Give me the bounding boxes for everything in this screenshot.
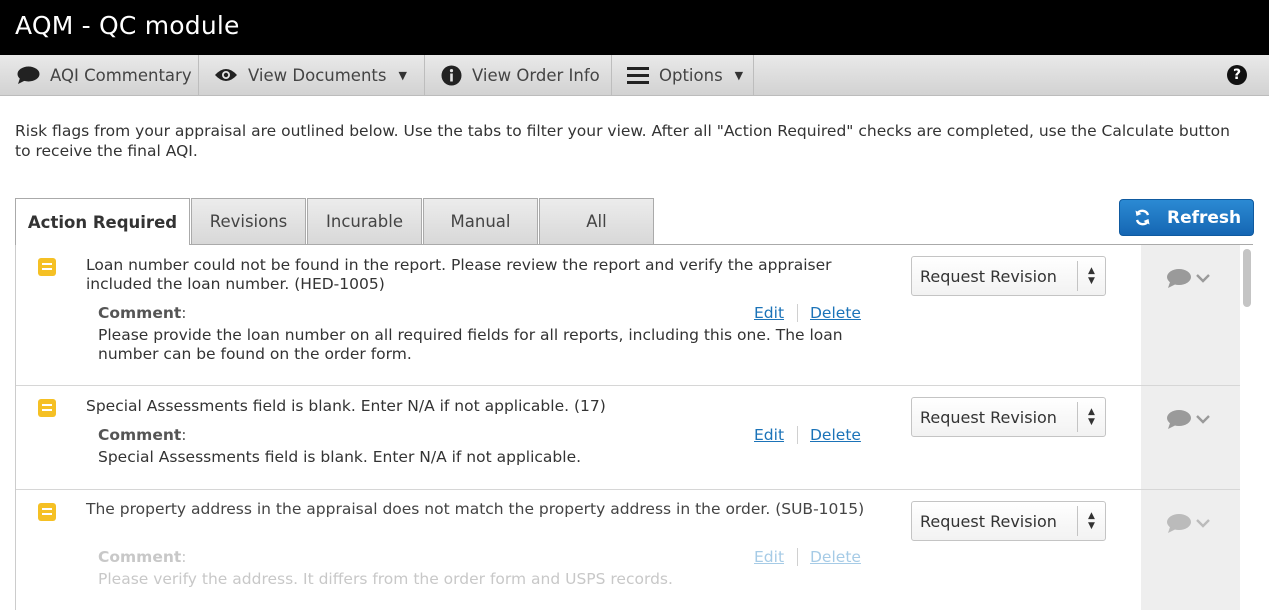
select-arrows-icon: ▲ ▼ [1077,261,1105,291]
action-select[interactable]: Request Revision ▲ ▼ [911,397,1106,437]
action-select-value: Request Revision [920,266,1057,286]
refresh-label: Refresh [1167,207,1242,228]
hamburger-menu-icon [627,66,649,84]
select-arrows-icon: ▲ ▼ [1077,402,1105,432]
comment-toggle[interactable] [1166,513,1210,533]
link-separator [797,426,798,444]
select-arrows-icon: ▲ ▼ [1077,506,1105,536]
risk-flag-message: The property address in the appraisal do… [86,500,865,518]
delete-comment-link[interactable]: Delete [810,304,861,322]
tab-action-required[interactable]: Action Required [15,198,190,245]
note-flag-icon [38,503,56,521]
chevron-down-icon [1196,519,1210,528]
comment-label: Comment: [98,548,187,566]
speech-bubble-icon [1167,410,1191,429]
tab-incurable[interactable]: Incurable [307,198,422,244]
risk-flag-row: Special Assessments field is blank. Ente… [16,386,1240,490]
help-icon[interactable]: ? [1227,65,1247,85]
eye-icon [214,67,238,83]
tab-all[interactable]: All [539,198,654,244]
edit-comment-link[interactable]: Edit [754,548,784,566]
delete-comment-link[interactable]: Delete [810,548,861,566]
edit-comment-link[interactable]: Edit [754,304,784,322]
chevron-down-icon [1196,415,1210,424]
options-label: Options [659,65,723,85]
comment-label: Comment: [98,304,187,322]
comment-text: Please provide the loan number on all re… [98,326,843,363]
risk-flag-row: Loan number could not be found in the re… [16,245,1240,386]
chevron-down-icon: ▼ [734,68,744,82]
risk-flag-list: Loan number could not be found in the re… [15,244,1253,610]
comment-text: Please verify the address. It differs fr… [98,570,673,588]
speech-bubble-icon [1167,514,1191,533]
view-documents-label: View Documents [248,65,387,85]
app-title: AQM - QC module [15,11,240,40]
note-flag-icon [38,258,56,276]
risk-flag-row: The property address in the appraisal do… [16,490,1240,610]
view-documents-button[interactable]: View Documents ▼ [199,55,425,95]
app-title-bar: AQM - QC module [0,0,1269,55]
comment-text: Special Assessments field is blank. Ente… [98,448,582,466]
options-menu-button[interactable]: Options ▼ [612,55,754,95]
aqi-commentary-label: AQI Commentary [50,65,192,85]
chevron-down-icon [1196,274,1210,283]
chevron-down-icon: ▼ [398,68,407,82]
view-order-info-button[interactable]: View Order Info [425,55,612,95]
action-select-value: Request Revision [920,511,1057,531]
refresh-button[interactable]: Refresh [1119,199,1254,236]
comment-toggle[interactable] [1166,268,1210,288]
action-select[interactable]: Request Revision ▲ ▼ [911,501,1106,541]
action-select-value: Request Revision [920,407,1057,427]
comment-toggle[interactable] [1166,409,1210,429]
aqi-commentary-button[interactable]: AQI Commentary [0,55,199,95]
speech-bubble-icon [1167,269,1191,288]
action-select[interactable]: Request Revision ▲ ▼ [911,256,1106,296]
edit-comment-link[interactable]: Edit [754,426,784,444]
toolbar: AQI Commentary View Documents ▼ View Ord… [0,55,1269,96]
intro-text: Risk flags from your appraisal are outli… [15,122,1230,160]
speech-bubble-icon [17,66,40,84]
scrollbar-thumb[interactable] [1243,249,1251,307]
delete-comment-link[interactable]: Delete [810,426,861,444]
note-flag-icon [38,399,56,417]
comment-label: Comment: [98,426,187,444]
view-order-info-label: View Order Info [472,65,600,85]
info-icon [441,65,462,86]
tab-manual[interactable]: Manual [423,198,538,244]
risk-flag-message: Loan number could not be found in the re… [86,256,832,293]
link-separator [797,304,798,322]
risk-flag-message: Special Assessments field is blank. Ente… [86,397,606,415]
refresh-icon [1134,209,1151,226]
tab-revisions[interactable]: Revisions [191,198,306,244]
link-separator [797,548,798,566]
